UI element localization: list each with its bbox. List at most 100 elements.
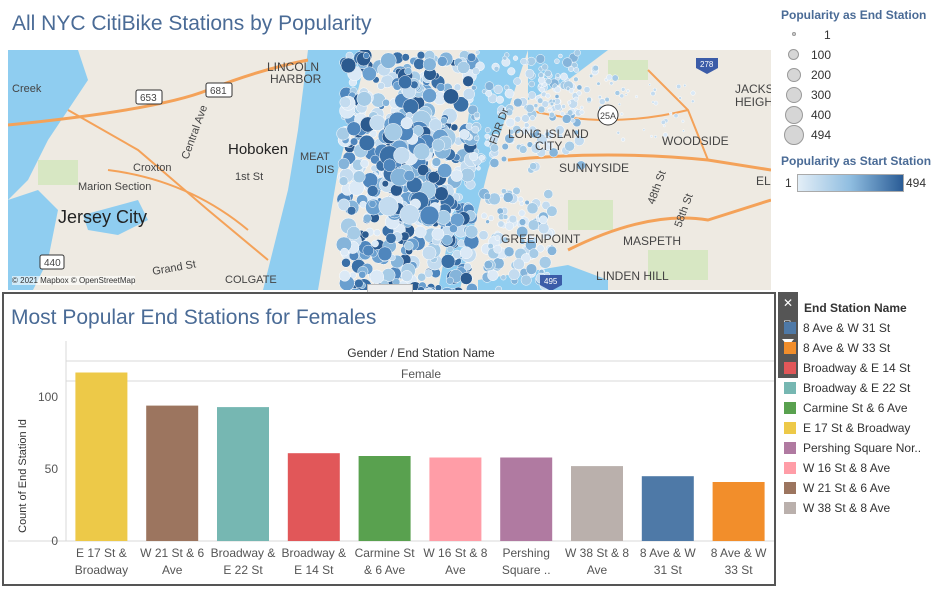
station-dot[interactable] xyxy=(350,137,359,146)
station-dot[interactable] xyxy=(573,50,581,57)
station-dot[interactable] xyxy=(497,220,505,228)
station-dot[interactable] xyxy=(493,244,503,254)
station-dot[interactable] xyxy=(485,89,493,97)
station-dot[interactable] xyxy=(502,55,508,61)
station-dot[interactable] xyxy=(624,93,628,96)
station-dot[interactable] xyxy=(579,105,584,110)
station-dot[interactable] xyxy=(555,73,561,78)
station-dot[interactable] xyxy=(431,157,442,167)
station-dot[interactable] xyxy=(634,95,639,99)
station-dot[interactable] xyxy=(472,67,480,75)
station-dot[interactable] xyxy=(554,58,560,65)
station-dot[interactable] xyxy=(362,66,377,82)
station-dot[interactable] xyxy=(427,171,440,184)
station-dot[interactable] xyxy=(538,256,552,269)
station-dot[interactable] xyxy=(385,232,397,244)
station-dot[interactable] xyxy=(620,87,626,92)
station-dot[interactable] xyxy=(576,84,583,91)
station-dot[interactable] xyxy=(422,57,437,72)
station-dot[interactable] xyxy=(487,243,494,250)
station-dot[interactable] xyxy=(493,66,500,72)
station-dot[interactable] xyxy=(339,270,351,282)
station-dot[interactable] xyxy=(592,64,599,72)
station-dot[interactable] xyxy=(527,219,540,231)
station-dot[interactable] xyxy=(609,81,614,86)
station-dot[interactable] xyxy=(598,98,606,105)
station-dot[interactable] xyxy=(576,90,582,96)
station-dot[interactable] xyxy=(474,50,480,55)
station-dot[interactable] xyxy=(450,169,463,182)
station-dot[interactable] xyxy=(434,186,449,201)
station-dot[interactable] xyxy=(361,230,370,239)
station-dot[interactable] xyxy=(544,69,552,78)
station-legend-item[interactable]: Broadway & E 22 St xyxy=(784,380,934,398)
station-dot[interactable] xyxy=(483,192,492,200)
station-dot[interactable] xyxy=(339,96,352,109)
station-dot[interactable] xyxy=(478,154,485,161)
station-dot[interactable] xyxy=(517,196,524,203)
station-dot[interactable] xyxy=(434,284,442,290)
station-dot[interactable] xyxy=(462,75,474,87)
station-legend-item[interactable]: W 38 St & 8 Ave xyxy=(784,500,934,518)
station-dot[interactable] xyxy=(437,56,448,67)
station-dot[interactable] xyxy=(681,119,685,123)
station-dot[interactable] xyxy=(604,96,610,103)
station-dot[interactable] xyxy=(382,158,397,172)
station-dot[interactable] xyxy=(648,83,651,86)
station-dot[interactable] xyxy=(567,109,574,116)
station-dot[interactable] xyxy=(507,67,516,76)
station-dot[interactable] xyxy=(403,170,415,182)
station-dot[interactable] xyxy=(399,204,420,225)
station-dot[interactable] xyxy=(356,91,372,107)
station-dot[interactable] xyxy=(457,61,470,74)
station-dot[interactable] xyxy=(616,131,621,135)
station-dot[interactable] xyxy=(545,93,551,99)
station-dot[interactable] xyxy=(495,285,503,290)
station-dot[interactable] xyxy=(669,111,673,116)
station-dot[interactable] xyxy=(466,52,477,62)
station-legend-item[interactable]: W 21 St & 6 Ave xyxy=(784,480,934,498)
station-dot[interactable] xyxy=(652,87,657,92)
station-dot[interactable] xyxy=(678,96,682,100)
station-dot[interactable] xyxy=(485,219,490,224)
station-dot[interactable] xyxy=(620,137,626,142)
station-dot[interactable] xyxy=(518,209,526,217)
station-dot[interactable] xyxy=(611,74,619,82)
station-dot[interactable] xyxy=(505,221,514,231)
station-dot[interactable] xyxy=(338,176,349,186)
station-dot[interactable] xyxy=(371,239,379,248)
station-dot[interactable] xyxy=(547,245,557,256)
station-dot[interactable] xyxy=(368,199,377,208)
station-dot[interactable] xyxy=(521,114,530,123)
station-dot[interactable] xyxy=(502,214,509,220)
station-dot[interactable] xyxy=(340,57,357,74)
bar-3[interactable] xyxy=(287,453,340,541)
station-dot[interactable] xyxy=(662,124,666,128)
station-dot[interactable] xyxy=(369,269,385,285)
station-dot[interactable] xyxy=(554,86,561,93)
station-dot[interactable] xyxy=(583,86,591,93)
station-dot[interactable] xyxy=(480,212,488,220)
station-dot[interactable] xyxy=(362,213,372,223)
station-dot[interactable] xyxy=(541,63,549,71)
station-dot[interactable] xyxy=(377,82,385,90)
station-dot[interactable] xyxy=(596,81,601,86)
station-dot[interactable] xyxy=(503,246,515,257)
station-dot[interactable] xyxy=(431,227,445,241)
station-dot[interactable] xyxy=(416,51,426,60)
station-dot[interactable] xyxy=(567,100,572,105)
station-dot[interactable] xyxy=(547,108,552,113)
bar-1[interactable] xyxy=(146,405,199,541)
station-dot[interactable] xyxy=(535,54,546,64)
station-dot[interactable] xyxy=(382,98,390,107)
station-dot[interactable] xyxy=(589,73,594,78)
station-dot[interactable] xyxy=(545,78,552,85)
station-dot[interactable] xyxy=(617,102,621,106)
station-dot[interactable] xyxy=(496,207,504,215)
station-dot[interactable] xyxy=(519,145,528,154)
station-dot[interactable] xyxy=(650,134,653,138)
station-dot[interactable] xyxy=(533,103,539,108)
station-dot[interactable] xyxy=(529,162,538,171)
station-legend-item[interactable]: Broadway & E 14 St xyxy=(784,360,934,378)
station-dot[interactable] xyxy=(500,155,508,163)
